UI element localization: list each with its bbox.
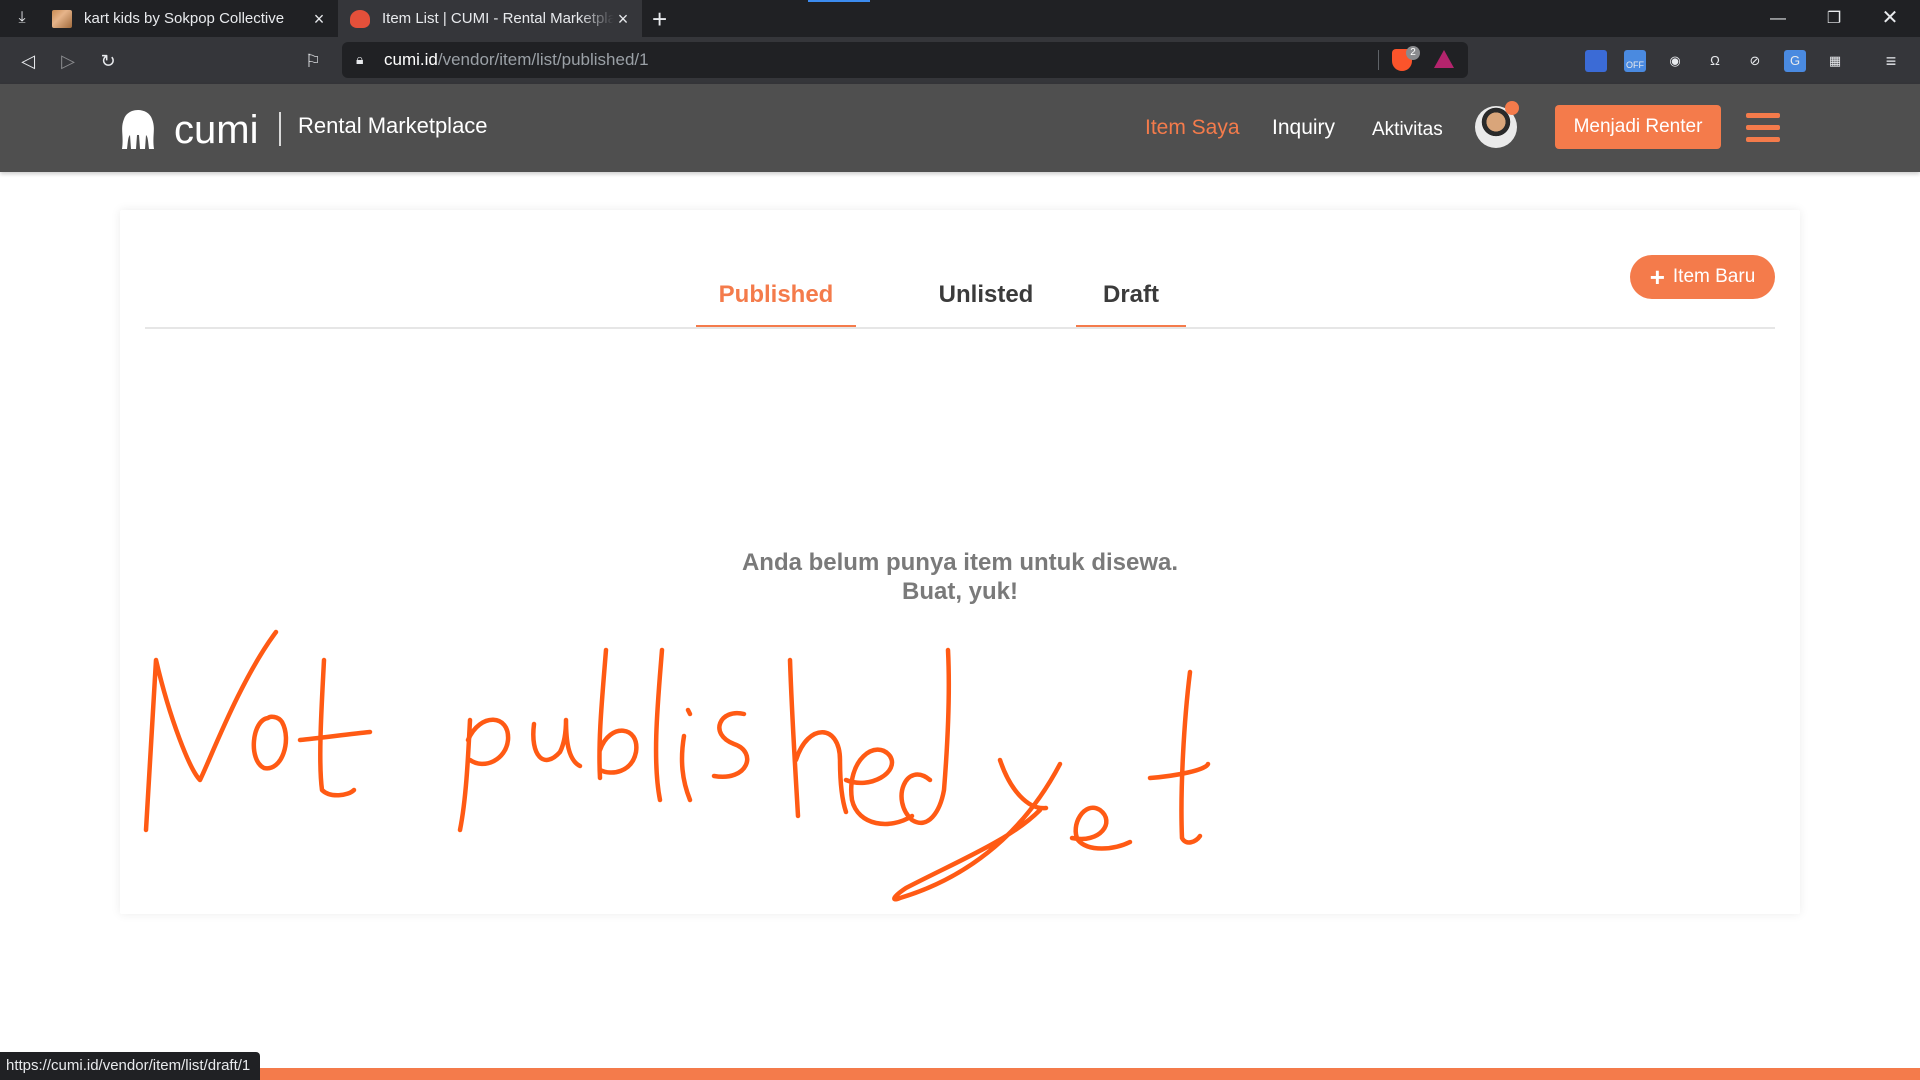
- close-tab-icon[interactable]: ×: [310, 10, 328, 28]
- hamburger-menu-icon[interactable]: [1746, 113, 1780, 143]
- tab-strip-indicator: [808, 0, 870, 2]
- new-tab-icon[interactable]: +: [652, 4, 667, 35]
- become-renter-button[interactable]: Menjadi Renter: [1555, 105, 1721, 149]
- new-item-button[interactable]: + Item Baru: [1630, 255, 1775, 299]
- logo-text: cumi: [174, 108, 258, 151]
- lightbulb-icon[interactable]: ◉: [1664, 50, 1686, 72]
- cumi-logo[interactable]: cumi: [118, 105, 264, 151]
- lock-icon: 🔒︎: [356, 51, 364, 67]
- check-circle-icon[interactable]: ⊘: [1744, 50, 1766, 72]
- omega-icon[interactable]: Ω: [1704, 50, 1726, 72]
- extension-off-icon[interactable]: OFF: [1624, 50, 1646, 72]
- item-list-card: Published Unlisted Draft + Item Baru And…: [120, 210, 1800, 914]
- tab-title: Item List | CUMI - Rental Marketplace: [382, 10, 614, 27]
- bitwarden-icon[interactable]: [1585, 50, 1607, 72]
- octopus-logo-icon: [122, 110, 154, 149]
- kart-kids-favicon-icon: [52, 9, 72, 28]
- url-domain: cumi.id: [384, 50, 438, 69]
- window-close-icon[interactable]: ✕: [1862, 0, 1918, 37]
- reload-icon[interactable]: ↻: [94, 47, 122, 75]
- nav-aktivitas[interactable]: Aktivitas: [1372, 119, 1443, 141]
- browser-tab-kart-kids[interactable]: kart kids by Sokpop Collective ×: [40, 0, 338, 37]
- empty-state-line2: Buat, yuk!: [901, 578, 1018, 605]
- notification-dot: [1505, 101, 1519, 115]
- footer-accent-strip: [0, 1068, 1920, 1080]
- close-tab-icon[interactable]: ×: [614, 10, 632, 28]
- cumi-favicon-icon: [350, 9, 370, 28]
- site-header: cumi Rental Marketplace Item Saya Inquir…: [0, 84, 1920, 172]
- shield-count-badge: 2: [1406, 46, 1420, 60]
- address-bar[interactable]: 🔒︎ cumi.id/vendor/item/list/published/1 …: [342, 42, 1468, 78]
- new-item-label: Item Baru: [1672, 266, 1756, 287]
- tab-published[interactable]: Published: [696, 268, 856, 328]
- minimize-icon[interactable]: —: [1750, 0, 1806, 37]
- tab-draft[interactable]: Draft: [1076, 268, 1186, 328]
- nav-item-saya[interactable]: Item Saya: [1145, 116, 1240, 140]
- browser-menu-icon[interactable]: ≡: [1880, 50, 1902, 72]
- browser-tab-bar: ⤓ kart kids by Sokpop Collective × Item …: [0, 0, 1920, 37]
- forward-icon[interactable]: ▷: [54, 47, 82, 75]
- browser-toolbar: ◁ ▷ ↻ ⚐ 🔒︎ cumi.id/vendor/item/list/publ…: [0, 37, 1920, 84]
- bookmark-icon[interactable]: ⚐: [299, 47, 327, 75]
- url-path: /vendor/item/list/published/1: [437, 50, 649, 69]
- restore-icon[interactable]: ❐: [1806, 0, 1862, 37]
- back-icon[interactable]: ◁: [14, 47, 42, 75]
- empty-state-message: Anda belum punya item untuk disewa. Buat…: [120, 548, 1800, 606]
- url-divider: [1378, 50, 1379, 70]
- tab-unlisted[interactable]: Unlisted: [906, 268, 1066, 328]
- site-subtitle: Rental Marketplace: [298, 113, 488, 138]
- tab-title: kart kids by Sokpop Collective: [84, 10, 285, 27]
- empty-state-line1: Anda belum punya item untuk disewa.: [741, 549, 1179, 576]
- nav-inquiry[interactable]: Inquiry: [1272, 116, 1335, 140]
- plus-icon: +: [1649, 262, 1665, 292]
- brave-rewards-icon[interactable]: [1434, 50, 1454, 68]
- logo-divider: [279, 112, 281, 146]
- browser-tab-cumi[interactable]: Item List | CUMI - Rental Marketplace ×: [338, 0, 642, 37]
- grid-icon[interactable]: ▦: [1824, 50, 1846, 72]
- link-status-bar: https://cumi.id/vendor/item/list/draft/1: [0, 1052, 261, 1080]
- download-icon[interactable]: ⤓: [12, 8, 32, 28]
- translate-icon[interactable]: G: [1784, 50, 1806, 72]
- tabs-divider: [145, 327, 1775, 329]
- url-text: cumi.id/vendor/item/list/published/1: [384, 50, 649, 70]
